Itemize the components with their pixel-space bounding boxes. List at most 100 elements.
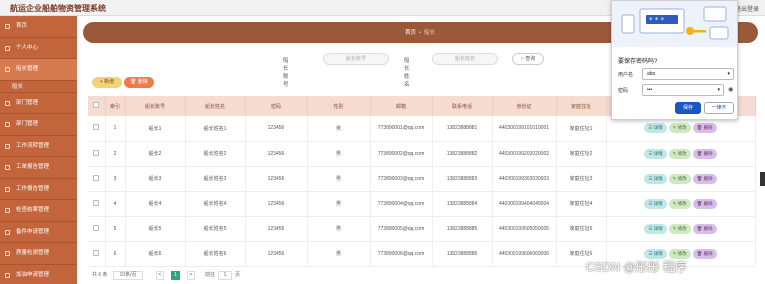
search-input-account[interactable]: 船长账号: [323, 53, 389, 65]
row-checkbox[interactable]: [93, 199, 100, 206]
detail-label: 详情: [653, 225, 663, 231]
row-checkbox-cell[interactable]: [88, 241, 106, 267]
sidebar-item-quality[interactable]: 质量检测管理: [0, 243, 77, 265]
trash-icon: 🗑: [696, 225, 704, 231]
row-checkbox-cell[interactable]: [88, 116, 106, 142]
sidebar-item-label: 个人中心: [16, 44, 39, 51]
delete-button[interactable]: 🗑 删除: [692, 123, 717, 134]
delete-button[interactable]: 🗑 删除: [692, 198, 717, 209]
sidebar-item-label: 工单报告管理: [16, 164, 50, 170]
sidebar: 首页 个人中心 船长管理 船长 部门管理 部门管理 工作流转管理 工单报告管理 …: [0, 16, 77, 284]
side-handle[interactable]: [760, 172, 765, 186]
sidebar-item-profile[interactable]: 个人中心: [0, 38, 77, 59]
sidebar-item-label: 部门管理: [16, 121, 39, 127]
row-checkbox-cell[interactable]: [88, 191, 106, 217]
edit-button[interactable]: ✎ 修改: [668, 148, 691, 159]
row-checkbox-cell[interactable]: [88, 141, 106, 167]
edit-button[interactable]: ✎ 修改: [668, 248, 691, 259]
search-input-name[interactable]: 船长姓名: [432, 53, 498, 65]
delete-button[interactable]: 🗑 删除: [692, 248, 717, 259]
row-checkbox[interactable]: [93, 124, 100, 131]
menu-icon: [5, 67, 10, 72]
detail-label: 详情: [653, 150, 663, 156]
batch-delete-button[interactable]: 🗑 删除: [124, 77, 154, 88]
pager-prev[interactable]: <: [156, 271, 164, 280]
cell-idcard: 440300199101010001: [492, 116, 557, 142]
trash-icon: 🗑: [696, 250, 704, 256]
data-table: 索引 船长账号 船长姓名 密码 性别 邮箱 联系电话 身份证 家庭住址 1 船长1…: [88, 96, 756, 267]
detail-button[interactable]: ☰ 详情: [644, 198, 667, 209]
save-password-button[interactable]: 保存: [675, 102, 701, 114]
row-checkbox-cell[interactable]: [88, 216, 106, 242]
edit-button[interactable]: ✎ 修改: [668, 173, 691, 184]
search-label-account: 船长账号: [283, 58, 289, 88]
password-field[interactable]: ••• ▾: [642, 84, 724, 96]
row-checkbox[interactable]: [93, 174, 100, 181]
pager-next[interactable]: >: [187, 271, 195, 280]
cell-phone: 13823888882: [432, 141, 493, 167]
password-label: 密码: [618, 88, 629, 94]
cell-actions: ☰ 详情 ✎ 修改 🗑 删除: [606, 216, 756, 242]
cell-password: 123456: [245, 241, 308, 267]
sidebar-item-label: 质量检测管理: [16, 250, 50, 256]
search-button[interactable]: ○ 查询: [512, 53, 544, 65]
header-address: 家庭住址: [556, 96, 607, 116]
cell-phone: 13823888884: [432, 191, 493, 217]
cell-actions: ☰ 详情 ✎ 修改 🗑 删除: [606, 191, 756, 217]
select-all-checkbox[interactable]: [93, 102, 100, 108]
add-button-label: 新增: [104, 79, 115, 85]
save-password-popup: * * * 要保存密码吗? 用户名 abo ▾ 密码 ••• ▾ ◉ 保存 一律不: [611, 0, 738, 120]
sidebar-item-inspection[interactable]: 检查结果管理: [0, 200, 77, 222]
cell-name: 船长姓名4: [185, 191, 246, 217]
sidebar-item-spare-parts[interactable]: 备件申请管理: [0, 222, 77, 243]
delete-button[interactable]: 🗑 删除: [692, 223, 717, 234]
row-checkbox[interactable]: [93, 224, 100, 231]
cell-gender: 男: [307, 116, 371, 142]
sidebar-item-dept-2[interactable]: 部门管理: [0, 114, 77, 136]
detail-button[interactable]: ☰ 详情: [644, 173, 667, 184]
delete-label: 删除: [703, 225, 713, 231]
detail-button[interactable]: ☰ 详情: [644, 123, 667, 134]
sidebar-item-work-report[interactable]: 工作报告管理: [0, 179, 77, 200]
edit-button[interactable]: ✎ 修改: [668, 223, 691, 234]
never-save-button[interactable]: 一律不: [704, 102, 734, 114]
detail-button[interactable]: ☰ 详情: [644, 248, 667, 259]
delete-button[interactable]: 🗑 删除: [692, 148, 717, 159]
sidebar-item-captain-mgmt[interactable]: 船长管理: [0, 59, 77, 81]
username-field[interactable]: abo ▾: [642, 68, 734, 80]
sidebar-item-work-order[interactable]: 工单报告管理: [0, 157, 77, 179]
sidebar-item-home[interactable]: 首页: [0, 16, 77, 38]
trash-icon: 🗑: [696, 125, 704, 131]
cell-email: 773890005@qq.com: [370, 216, 433, 242]
header-index: 索引: [105, 96, 126, 116]
sidebar-item-fuel[interactable]: 加油申请管理: [0, 265, 77, 284]
pager-page-current[interactable]: 1: [171, 271, 180, 280]
sidebar-item-workflow[interactable]: 工作流转管理: [0, 136, 77, 157]
edit-button[interactable]: ✎ 修改: [668, 198, 691, 209]
breadcrumb-home[interactable]: 首页: [405, 30, 416, 36]
row-checkbox[interactable]: [93, 249, 100, 256]
detail-button[interactable]: ☰ 详情: [644, 223, 667, 234]
pager-goto-input[interactable]: 1: [218, 271, 232, 280]
edit-label: 修改: [677, 225, 687, 231]
cell-idcard: 440300199202020002: [492, 141, 557, 167]
cell-idcard: 440300199606060006: [492, 241, 557, 267]
edit-button[interactable]: ✎ 修改: [668, 123, 691, 134]
row-checkbox[interactable]: [93, 149, 100, 156]
delete-button[interactable]: 🗑 删除: [692, 173, 717, 184]
detail-button[interactable]: ☰ 详情: [644, 148, 667, 159]
header-select-all[interactable]: [88, 96, 106, 116]
sidebar-item-dept[interactable]: 部门管理: [0, 93, 77, 114]
eye-icon[interactable]: ◉: [728, 86, 733, 93]
sidebar-subitem-captain[interactable]: 船长: [0, 80, 77, 93]
menu-icon: [5, 208, 10, 213]
logout-link[interactable]: 退出登录: [735, 4, 759, 13]
add-button[interactable]: + 新增: [92, 77, 122, 88]
sidebar-item-label: 备件申请管理: [16, 228, 50, 235]
pager-total: 共 6 条: [92, 272, 108, 278]
menu-icon: [5, 186, 10, 192]
table-row: 2 船长2 船长姓名2 123456 男 773890002@qq.com 13823888…: [88, 141, 756, 167]
menu-icon: [5, 165, 10, 170]
page-size-select[interactable]: 10条/页: [113, 271, 143, 280]
row-checkbox-cell[interactable]: [88, 166, 106, 192]
